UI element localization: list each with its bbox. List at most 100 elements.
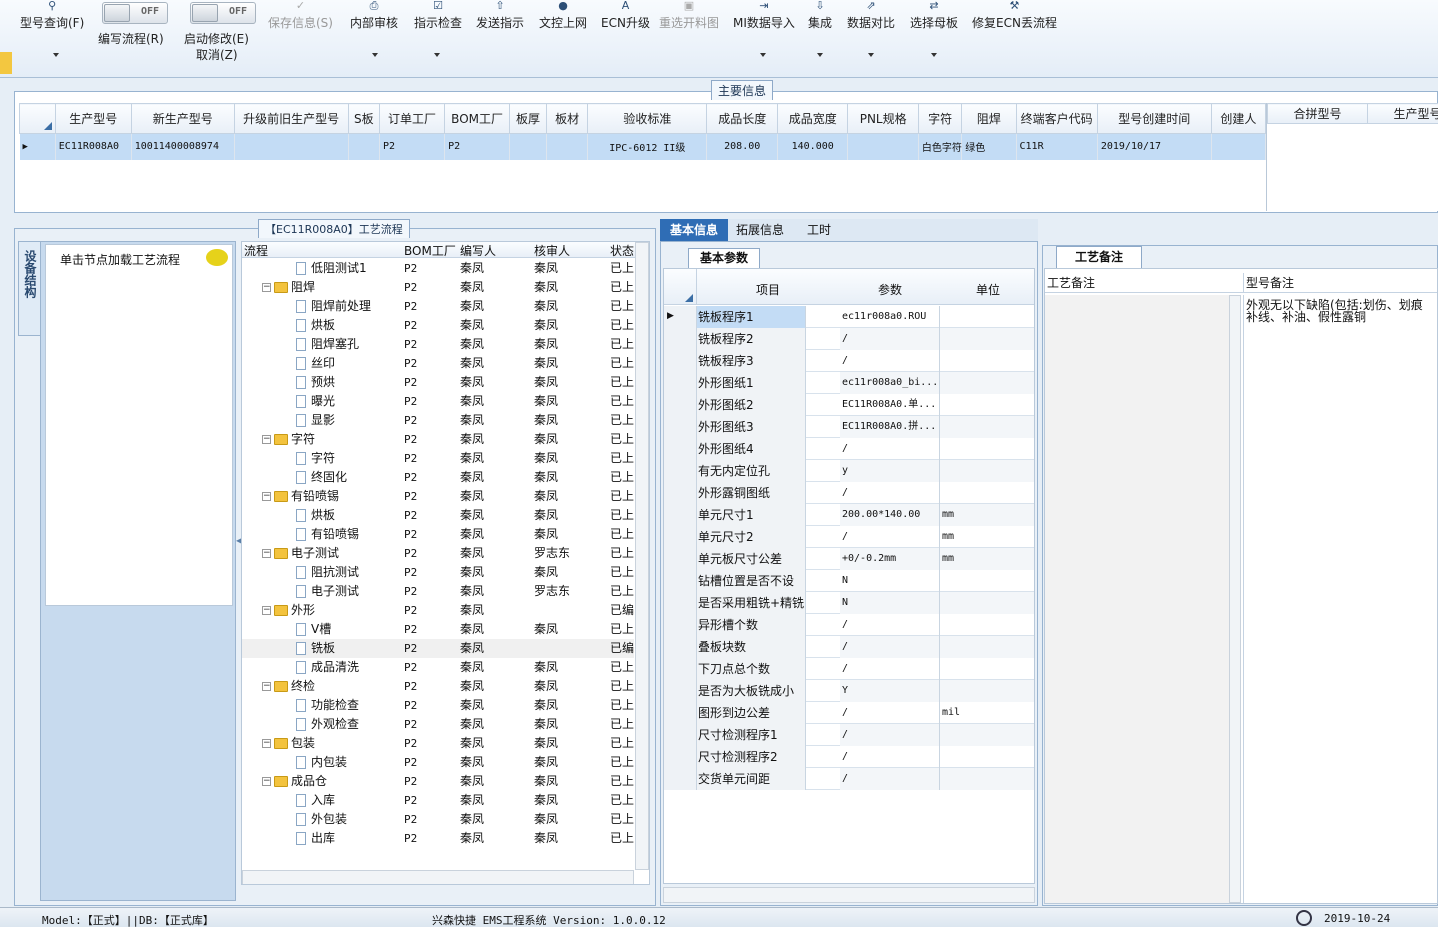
- col-writer-header[interactable]: 编写人: [460, 242, 496, 259]
- main-cell[interactable]: [509, 133, 547, 160]
- collapse-toggle-icon[interactable]: −: [262, 549, 271, 558]
- main-cell[interactable]: 10011400008974: [131, 133, 235, 160]
- process-remark-textarea[interactable]: [1045, 295, 1235, 903]
- tree-row[interactable]: − 包装 P2 秦凤 秦凤 已上: [242, 734, 634, 753]
- param-row[interactable]: 叠板块数 /: [664, 636, 1034, 658]
- tree-row[interactable]: 阻焊前处理 P2 秦凤 秦凤 已上: [242, 297, 634, 316]
- doc-control-upload-button[interactable]: ● 文控上网: [539, 0, 587, 31]
- tab-extended-info[interactable]: 拓展信息: [736, 219, 784, 241]
- tree-row[interactable]: 终固化 P2 秦凤 秦凤 已上: [242, 468, 634, 487]
- col-reviewer-header[interactable]: 核审人: [534, 242, 570, 259]
- collapse-toggle-icon[interactable]: −: [262, 283, 271, 292]
- param-row[interactable]: 外形图纸2 EC11R008A0.单...: [664, 394, 1034, 416]
- param-row[interactable]: 单元板尺寸公差 +0/-0.2mm mm: [664, 548, 1034, 570]
- tree-row[interactable]: 内包装 P2 秦凤 秦凤 已上: [242, 753, 634, 772]
- model-remark-textarea[interactable]: 外观无以下缺陷(包括:划伤、划痕 补线、补油、假性露铜: [1243, 295, 1437, 903]
- params-corner[interactable]: [664, 269, 697, 305]
- collapse-toggle-icon[interactable]: −: [262, 739, 271, 748]
- equipment-structure-tab[interactable]: 设备结构: [18, 241, 40, 336]
- process-remark-vscroll[interactable]: [1229, 295, 1241, 903]
- fix-ecn-button[interactable]: ⚒ 修复ECN丢流程: [972, 0, 1057, 31]
- tree-row[interactable]: − 阻焊 P2 秦凤 秦凤 已上: [242, 278, 634, 297]
- param-row[interactable]: 下刀点总个数 /: [664, 658, 1034, 680]
- param-row[interactable]: 铣板程序1 ec11r008a0.ROU: [664, 306, 1034, 328]
- main-cell[interactable]: [1211, 133, 1266, 160]
- main-col-header[interactable]: 阻焊: [961, 103, 1017, 134]
- tree-row[interactable]: − 字符 P2 秦凤 秦凤 已上: [242, 430, 634, 449]
- instruction-check-button[interactable]: ☑ 指示检查: [414, 0, 462, 31]
- main-col-header[interactable]: 字符: [917, 103, 963, 134]
- cancel-button[interactable]: 取消(Z): [196, 46, 238, 63]
- main-col-header[interactable]: 终端客户代码: [1015, 103, 1098, 134]
- internal-review-dropdown-arrow[interactable]: [372, 53, 378, 57]
- main-col-header[interactable]: 新生产型号: [130, 103, 235, 134]
- query-dropdown-arrow[interactable]: [53, 53, 59, 57]
- collapse-toggle-icon[interactable]: −: [262, 777, 271, 786]
- select-mother-button[interactable]: ⇄ 选择母板: [910, 0, 958, 31]
- col-unit-header[interactable]: 单位: [976, 281, 1000, 298]
- tab-basic-info[interactable]: 基本信息: [660, 219, 728, 241]
- tree-row[interactable]: V槽 P2 秦凤 秦凤 已上: [242, 620, 634, 639]
- param-row[interactable]: 交货单元间距 /: [664, 768, 1034, 790]
- collapse-toggle-icon[interactable]: −: [262, 606, 271, 615]
- main-col-header[interactable]: 验收标准: [587, 103, 708, 134]
- tree-row[interactable]: 成品清洗 P2 秦凤 秦凤 已上: [242, 658, 634, 677]
- tree-row[interactable]: − 有铅喷锡 P2 秦凤 秦凤 已上: [242, 487, 634, 506]
- main-cell[interactable]: 208.00: [706, 133, 778, 160]
- tree-row[interactable]: 烘板 P2 秦凤 秦凤 已上: [242, 316, 634, 335]
- collapse-toggle-icon[interactable]: −: [262, 682, 271, 691]
- start-modify-toggle[interactable]: OFF: [190, 2, 256, 24]
- param-row[interactable]: 单元尺寸2/mm: [664, 526, 1034, 548]
- main-col-header[interactable]: 板材: [545, 103, 589, 134]
- col-bom-header[interactable]: BOM工厂: [404, 242, 456, 259]
- tree-row[interactable]: 铣板 P2 秦凤 已编: [242, 639, 634, 658]
- main-cell[interactable]: P2: [379, 133, 446, 160]
- ecn-upgrade-button[interactable]: A ECN升级: [601, 0, 650, 31]
- edit-flow-toggle[interactable]: OFF: [102, 2, 168, 24]
- tree-row[interactable]: 阻焊塞孔 P2 秦凤 秦凤 已上: [242, 335, 634, 354]
- tree-row[interactable]: 丝印 P2 秦凤 秦凤 已上: [242, 354, 634, 373]
- tree-row[interactable]: 外包装 P2 秦凤 秦凤 已上: [242, 810, 634, 829]
- internal-review-button[interactable]: ⎙ 内部审核: [350, 0, 398, 31]
- tree-row[interactable]: 显影 P2 秦凤 秦凤 已上: [242, 411, 634, 430]
- tree-row[interactable]: 曝光 P2 秦凤 秦凤 已上: [242, 392, 634, 411]
- param-row[interactable]: 尺寸检测程序2/: [664, 746, 1034, 768]
- main-col-header[interactable]: S板: [347, 103, 381, 134]
- main-cell[interactable]: IPC-6012 II级: [587, 133, 708, 160]
- tree-row[interactable]: 低阻测试1 P2 秦凤 秦凤 已上: [242, 259, 634, 278]
- collapse-toggle-icon[interactable]: −: [262, 435, 271, 444]
- tree-row[interactable]: 外观检查 P2 秦凤 秦凤 已上: [242, 715, 634, 734]
- select-mother-dropdown-arrow[interactable]: [931, 53, 937, 57]
- main-cell[interactable]: [234, 133, 349, 160]
- mi-import-button[interactable]: ⇥ MI数据导入: [733, 0, 795, 31]
- param-row[interactable]: 有无内定位孔 y: [664, 460, 1034, 482]
- main-col-header[interactable]: 型号创建时间: [1096, 103, 1212, 134]
- tree-row[interactable]: 入库 P2 秦凤 秦凤 已上: [242, 791, 634, 810]
- main-cell[interactable]: 2019/10/17: [1097, 133, 1212, 160]
- tree-row[interactable]: 预烘 P2 秦凤 秦凤 已上: [242, 373, 634, 392]
- main-col-header[interactable]: PNL规格: [847, 103, 919, 134]
- reselect-cutting-button[interactable]: ▣ 重选开料图: [659, 0, 719, 31]
- main-cell[interactable]: C11R: [1016, 133, 1098, 160]
- main-col-header[interactable]: BOM工厂: [444, 103, 511, 134]
- tab-process-remark[interactable]: 工艺备注: [1056, 246, 1142, 268]
- main-cell[interactable]: P2: [444, 133, 511, 160]
- tree-row[interactable]: − 终检 P2 秦凤 秦凤 已上: [242, 677, 634, 696]
- merge-model-header[interactable]: 合拼型号: [1267, 103, 1368, 124]
- col-item-header[interactable]: 项目: [756, 281, 780, 298]
- main-cell[interactable]: [546, 133, 589, 160]
- tree-row[interactable]: − 电子测试 P2 秦凤 罗志东 已上: [242, 544, 634, 563]
- tab-basic-params[interactable]: 基本参数: [688, 248, 760, 268]
- tree-row[interactable]: 阻抗测试 P2 秦凤 秦凤 已上: [242, 563, 634, 582]
- tree-row[interactable]: − 外形 P2 秦凤 已编: [242, 601, 634, 620]
- main-col-header[interactable]: 生产型号: [54, 103, 132, 134]
- main-cell[interactable]: 白色字符: [918, 133, 963, 160]
- tree-row[interactable]: 字符 P2 秦凤 秦凤 已上: [242, 449, 634, 468]
- param-row[interactable]: 是否采用粗铣+精铣 N: [664, 592, 1034, 614]
- param-row[interactable]: 铣板程序2/: [664, 328, 1034, 350]
- tree-row[interactable]: 功能检查 P2 秦凤 秦凤 已上: [242, 696, 634, 715]
- main-col-header[interactable]: 订单工厂: [378, 103, 446, 134]
- param-row[interactable]: 外形图纸3 EC11R008A0.拼...: [664, 416, 1034, 438]
- param-row[interactable]: 外形图纸4/: [664, 438, 1034, 460]
- collapse-toggle-icon[interactable]: −: [262, 492, 271, 501]
